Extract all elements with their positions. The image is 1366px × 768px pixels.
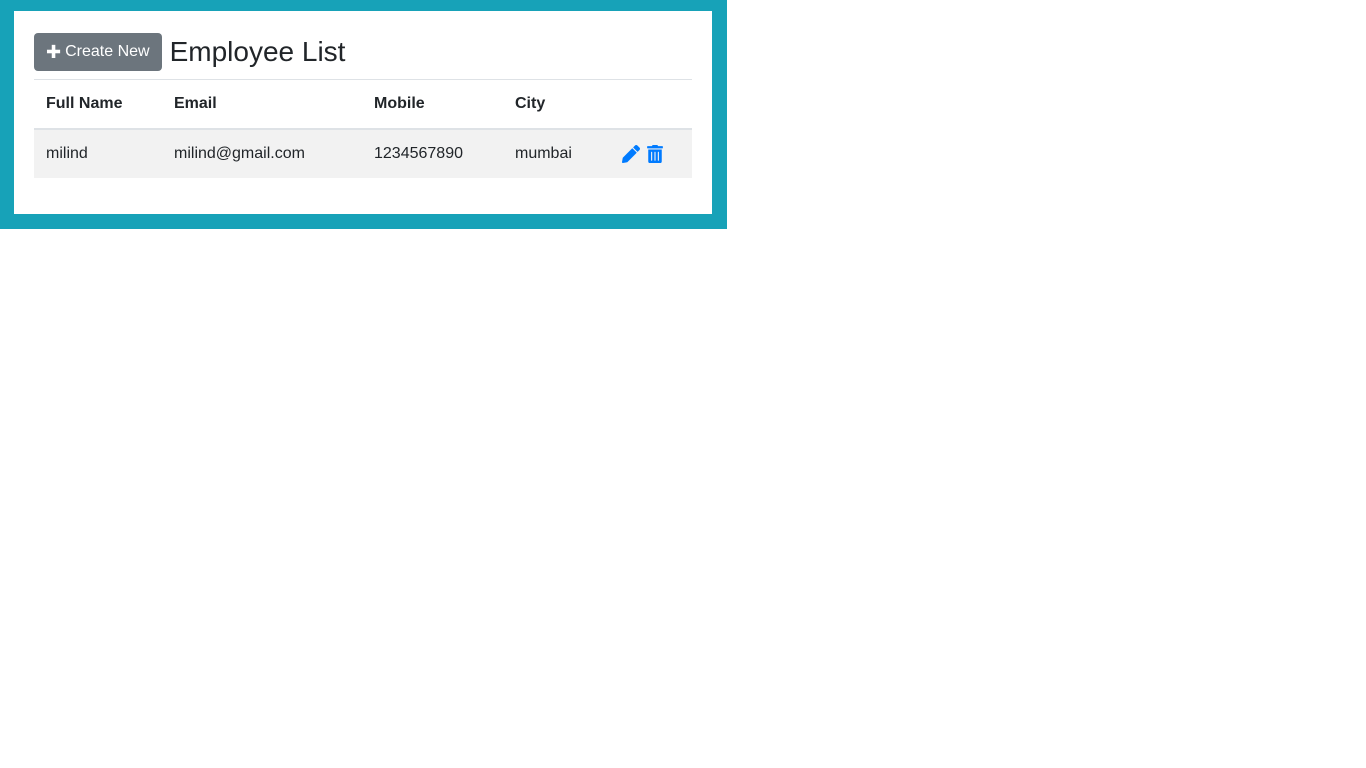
column-header-email: Email bbox=[162, 80, 362, 130]
create-new-button[interactable]: ✚ Create New bbox=[34, 33, 162, 71]
column-header-full-name: Full Name bbox=[34, 80, 162, 130]
cell-mobile: 1234567890 bbox=[374, 145, 463, 162]
page-title: Employee List bbox=[169, 36, 346, 68]
page-header: ✚ Create New Employee List bbox=[34, 33, 692, 80]
create-new-label: Create New bbox=[65, 43, 150, 60]
table-header-row: Full Name Email Mobile City bbox=[34, 80, 692, 130]
pencil-icon[interactable] bbox=[621, 144, 641, 164]
column-header-mobile: Mobile bbox=[362, 80, 503, 130]
app-frame: ✚ Create New Employee List Full Name Ema… bbox=[0, 0, 727, 229]
cell-email: milind@gmail.com bbox=[174, 145, 305, 162]
employee-table: Full Name Email Mobile City milind milin… bbox=[34, 80, 692, 178]
column-header-city: City bbox=[503, 80, 609, 130]
cell-full-name: milind bbox=[46, 145, 88, 162]
trash-icon[interactable] bbox=[645, 144, 665, 164]
plus-icon: ✚ bbox=[46, 42, 62, 62]
row-actions bbox=[621, 144, 680, 164]
table-row: milind milind@gmail.com 1234567890 mumba… bbox=[34, 129, 692, 178]
column-header-actions bbox=[609, 80, 692, 130]
cell-city: mumbai bbox=[515, 145, 572, 162]
cell-actions bbox=[609, 129, 692, 178]
employee-list-card: ✚ Create New Employee List Full Name Ema… bbox=[14, 11, 712, 214]
